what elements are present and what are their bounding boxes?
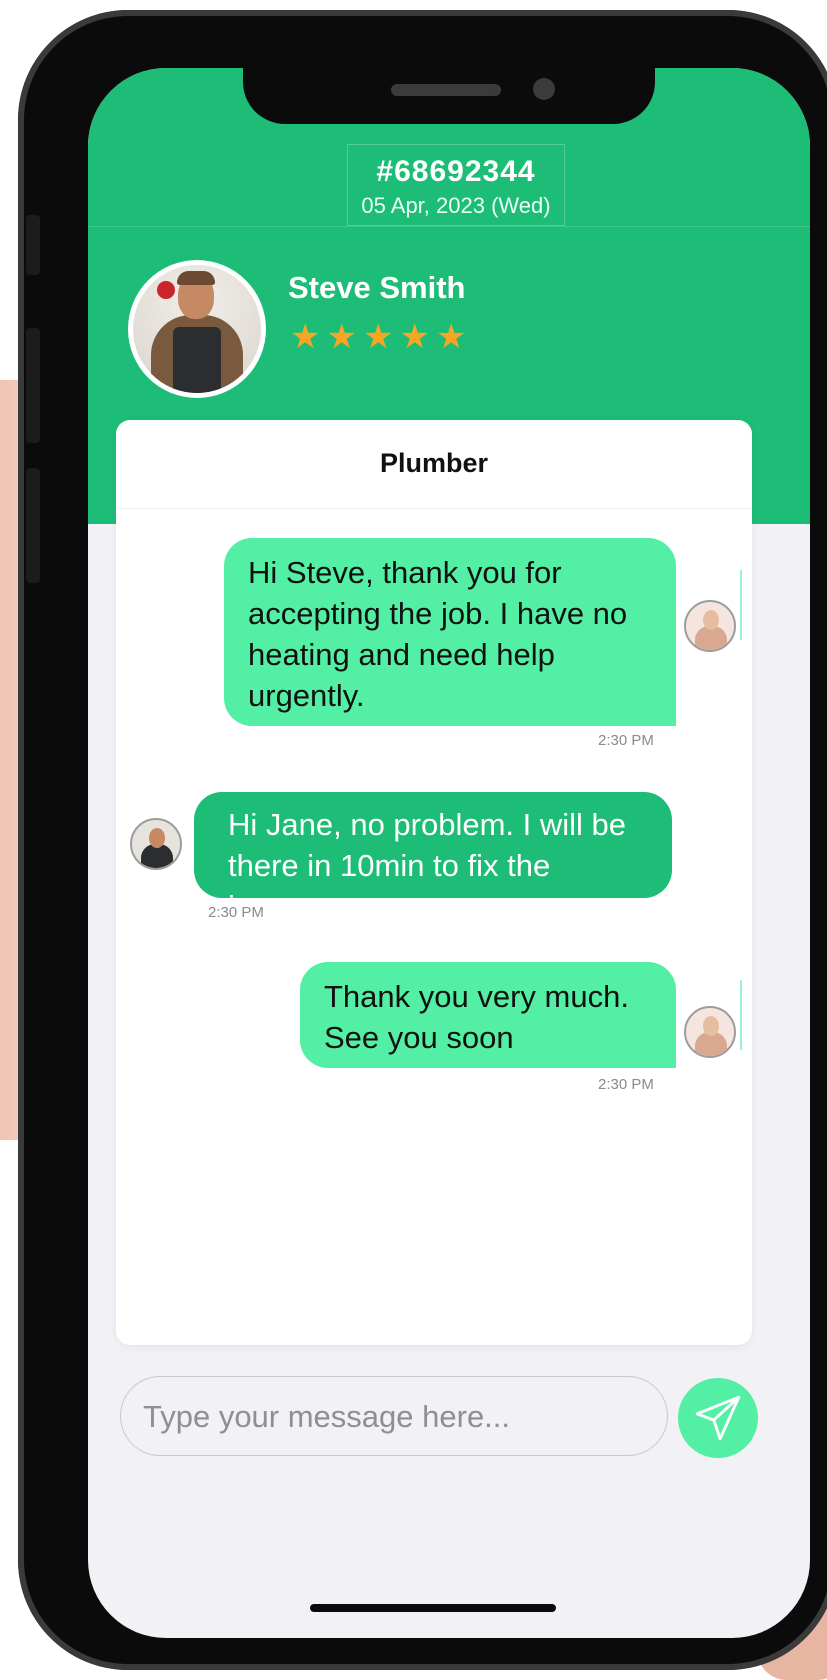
- jane-avatar: [684, 1006, 736, 1058]
- send-button[interactable]: [678, 1378, 758, 1458]
- steve-avatar: [130, 818, 182, 870]
- star-icon: ★: [435, 318, 467, 356]
- plunger-icon: [157, 281, 175, 299]
- jane-avatar: [684, 600, 736, 652]
- star-icon: ★: [399, 318, 430, 356]
- volume-down-button: [26, 468, 40, 583]
- message-text: Hi Jane, no problem. I will be there in …: [228, 807, 627, 924]
- header-divider: [88, 226, 810, 227]
- worker-rating: ★ ★ ★ ★ ★: [290, 320, 466, 354]
- message-text: Hi Steve, thank you for accepting the jo…: [248, 555, 628, 713]
- bubble-edge: [740, 570, 742, 640]
- home-indicator: [310, 1604, 556, 1612]
- volume-up-button: [26, 328, 40, 443]
- phone-frame: #68692344 05 Apr, 2023 (Wed) Steve Smith…: [18, 10, 827, 1670]
- speaker: [391, 84, 501, 96]
- order-date: 05 Apr, 2023 (Wed): [361, 193, 551, 218]
- order-info: #68692344 05 Apr, 2023 (Wed): [347, 144, 565, 226]
- phone-screen: #68692344 05 Apr, 2023 (Wed) Steve Smith…: [88, 68, 810, 1638]
- message-text: Thank you very much. See you soon: [324, 979, 629, 1055]
- message-bubble-outgoing[interactable]: Thank you very much. See you soon: [300, 962, 676, 1068]
- bubble-edge: [740, 980, 742, 1050]
- message-bubble-incoming[interactable]: Hi Jane, no problem. I will be there in …: [194, 792, 672, 924]
- message-input[interactable]: [141, 1391, 645, 1443]
- message-time: 2:30 PM: [208, 904, 264, 921]
- notch: [243, 68, 655, 124]
- worker-name: Steve Smith: [288, 270, 466, 305]
- worker-avatar[interactable]: [128, 260, 266, 398]
- mute-switch: [26, 215, 40, 275]
- message-time: 2:30 PM: [598, 1076, 654, 1093]
- star-icon: ★: [290, 318, 321, 356]
- message-time: 2:30 PM: [598, 732, 654, 749]
- message-bubble-outgoing[interactable]: Hi Steve, thank you for accepting the jo…: [224, 538, 676, 726]
- front-camera: [533, 78, 555, 100]
- star-icon: ★: [326, 318, 357, 356]
- order-id: #68692344: [376, 155, 536, 188]
- chat-title-divider: [116, 508, 752, 509]
- message-input-wrapper[interactable]: [120, 1376, 668, 1456]
- chat-card[interactable]: Plumber Hi Steve, thank you for acceptin…: [116, 420, 752, 1345]
- chat-title: Plumber: [379, 448, 489, 478]
- paper-plane-icon: [695, 1395, 741, 1441]
- star-icon: ★: [362, 318, 394, 356]
